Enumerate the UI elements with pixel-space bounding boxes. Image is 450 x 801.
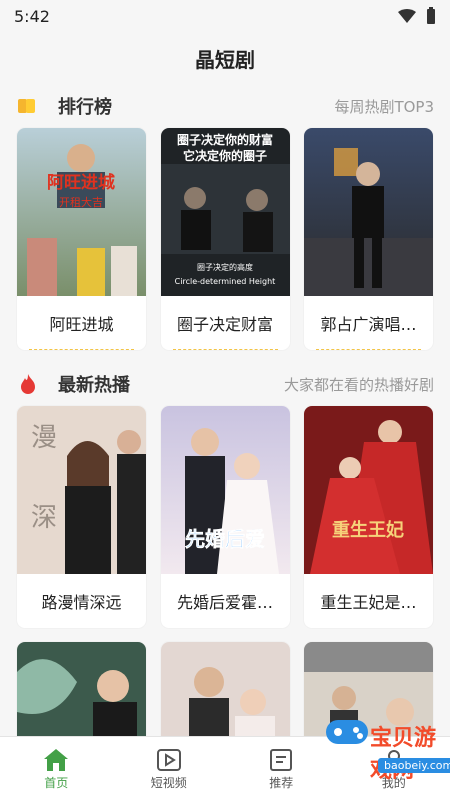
ranking-icon [18,99,35,113]
nav-label: 短视频 [150,775,187,790]
watermark: 宝贝游戏网 baobeiy.com [322,712,450,783]
nav-recommend[interactable]: 推荐 [236,748,326,791]
drama-card[interactable] [160,642,290,736]
wifi-icon [398,9,416,23]
svg-text:Circle-determined Height: Circle-determined Height [174,277,275,286]
nav-label: 首页 [44,775,69,790]
drama-card[interactable] [17,642,146,736]
nav-label: 推荐 [269,775,294,790]
gamepad-icon [326,720,368,744]
watermark-url: baobeiy.com [378,758,450,773]
home-icon [44,748,69,771]
svg-text:开租大吉: 开租大吉 [59,195,103,209]
ranking-subtitle[interactable]: 每周热剧TOP3 [334,96,434,117]
svg-text:阿旺进城: 阿旺进城 [47,173,115,193]
drama-poster [160,642,290,736]
nav-short-video[interactable]: 短视频 [124,748,214,791]
drama-card[interactable]: 漫 深 路漫情深远 [17,406,146,628]
recommend-icon [270,748,293,771]
watermark-text: 宝贝游戏网 [370,726,437,783]
drama-card[interactable]: 圈子决定你的财富 它决定你的圈子 圈子决定的高度 Circle-determin… [160,128,290,350]
battery-icon [427,7,435,24]
app-header: 晶短剧 [0,32,450,84]
fire-icon [21,374,35,394]
page-title: 晶短剧 [195,47,255,72]
drama-poster [17,642,146,736]
drama-poster: 先婚后爱 [160,406,290,574]
hot-section-header: 最新热播 大家都在看的热播好剧 [0,362,450,406]
svg-text:先婚后爱: 先婚后爱 [185,527,265,551]
status-time: 5:42 [14,6,50,26]
svg-text:它决定你的圈子: 它决定你的圈子 [182,148,266,163]
drama-poster: 圈子决定你的财富 它决定你的圈子 圈子决定的高度 Circle-determin… [160,128,290,296]
drama-card[interactable]: 阿旺进城 开租大吉 阿旺进城 [17,128,146,350]
drama-card[interactable]: 先婚后爱 先婚后爱霍… [160,406,290,628]
status-bar: 5:42 [0,0,450,32]
svg-text:圈子决定你的财富: 圈子决定你的财富 [176,132,272,147]
ranking-title: 排行榜 [58,97,112,118]
drama-poster: 重生王妃 [304,406,433,574]
nav-home[interactable]: 首页 [11,748,101,791]
home-feed[interactable]: 排行榜 每周热剧TOP3 阿旺进城 开租大吉 阿旺进城 圈子决定你的财富 它决定… [0,84,450,736]
drama-poster: 漫 深 [17,406,146,574]
svg-text:圈子决定的高度: 圈子决定的高度 [197,262,253,272]
drama-poster: 阿旺进城 开租大吉 [17,128,146,296]
video-icon [156,748,181,771]
svg-text:重生王妃: 重生王妃 [332,519,404,541]
ranking-section-header: 排行榜 每周热剧TOP3 [0,84,450,128]
drama-title: 路漫情深远 [41,593,122,612]
drama-title: 先婚后爱霍… [176,593,273,612]
hot-cards: 漫 深 路漫情深远 先婚后爱 先婚后爱霍… 重生王妃 重生王妃是… [0,406,450,628]
svg-text:深: 深 [31,503,57,533]
hot-title: 最新热播 [58,375,130,396]
drama-card[interactable]: 郭占广演唱… [304,128,433,350]
drama-poster [304,128,433,296]
svg-text:漫: 漫 [31,423,57,453]
drama-title: 郭占广演唱… [320,315,417,334]
hot-subtitle[interactable]: 大家都在看的热播好剧 [284,374,434,395]
drama-title: 重生王妃是… [320,593,417,612]
drama-title: 圈子决定财富 [176,315,273,334]
drama-title: 阿旺进城 [49,315,114,334]
drama-card[interactable]: 重生王妃 重生王妃是… [304,406,433,628]
ranking-cards: 阿旺进城 开租大吉 阿旺进城 圈子决定你的财富 它决定你的圈子 圈子决定的高度 … [0,128,450,350]
